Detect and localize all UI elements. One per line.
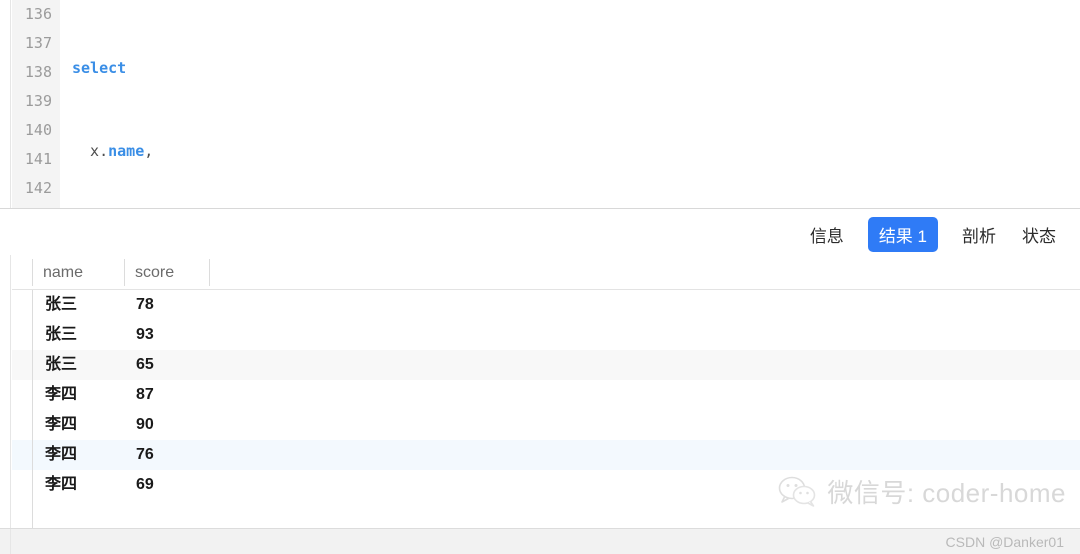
token-comma: ,: [144, 142, 153, 160]
cell-score: 76: [136, 440, 221, 470]
cell-name: 李四: [45, 440, 137, 470]
table-row[interactable]: 张三 65: [12, 350, 1080, 380]
line-number: 139: [12, 87, 60, 116]
table-body: 张三 78 张三 93 张三 65 李四: [12, 290, 1080, 528]
table-header-row: name score: [12, 255, 1080, 290]
table-row[interactable]: 张三 93: [12, 320, 1080, 350]
row-divider: [32, 290, 33, 320]
csdn-watermark: CSDN @Danker01: [946, 534, 1064, 550]
cell-score: 69: [136, 470, 221, 500]
cell-score: 78: [136, 290, 221, 320]
row-divider: [32, 350, 33, 380]
cell-name: 张三: [45, 290, 137, 320]
token-keyword-select: select: [72, 59, 126, 77]
tab-info[interactable]: 信息: [808, 218, 846, 251]
table-row[interactable]: 张三 78: [12, 290, 1080, 320]
result-grid[interactable]: name score 张三 78 张三 93: [0, 255, 1080, 528]
tab-status[interactable]: 状态: [1020, 218, 1058, 251]
line-number: 140: [12, 116, 60, 145]
footer-left-rail: [0, 529, 11, 554]
cell-name: 张三: [45, 320, 137, 350]
sql-editor[interactable]: 136 137 138 139 140 141 142 select x.nam…: [0, 0, 1080, 208]
column-header-score[interactable]: score: [124, 259, 209, 286]
cell-name: 李四: [45, 470, 137, 500]
token-column-name: name: [108, 142, 144, 160]
row-divider: [32, 410, 33, 440]
cell-name: 李四: [45, 380, 137, 410]
grid-left-rail: [0, 255, 11, 528]
row-divider: [32, 470, 33, 500]
editor-code-area[interactable]: select x.name, substring_index(substring…: [62, 0, 1080, 208]
line-number: 142: [12, 174, 60, 203]
table-row[interactable]: 李四 69: [12, 470, 1080, 500]
cell-name: 李四: [45, 410, 137, 440]
results-panel: 信息 结果 1 剖析 状态 name score 张三 78: [0, 209, 1080, 554]
tab-profile[interactable]: 剖析: [960, 218, 998, 251]
cell-score: 65: [136, 350, 221, 380]
cell-score: 87: [136, 380, 221, 410]
cell-score: 93: [136, 320, 221, 350]
tab-result-1[interactable]: 结果 1: [868, 217, 938, 252]
row-divider: [32, 380, 33, 410]
token-column-prefix: x.: [72, 142, 108, 160]
editor-left-rail: [0, 0, 11, 208]
status-footer: [0, 528, 1080, 554]
line-number: 137: [12, 29, 60, 58]
column-header-name[interactable]: name: [32, 259, 124, 286]
grid-inner: name score 张三 78 张三 93: [12, 255, 1080, 528]
line-number: 136: [12, 0, 60, 29]
code-line-136: select: [62, 54, 1080, 83]
cell-score: 90: [136, 410, 221, 440]
table-row[interactable]: 李四 90: [12, 410, 1080, 440]
results-tab-bar: 信息 结果 1 剖析 状态: [808, 217, 1058, 252]
code-line-137: x.name,: [62, 137, 1080, 166]
cell-name: 张三: [45, 350, 137, 380]
row-divider: [32, 320, 33, 350]
sql-client-window: 136 137 138 139 140 141 142 select x.nam…: [0, 0, 1080, 554]
editor-line-number-gutter: 136 137 138 139 140 141 142: [12, 0, 60, 208]
line-number: 138: [12, 58, 60, 87]
table-row[interactable]: 李四 76: [12, 440, 1080, 470]
table-row[interactable]: 李四 87: [12, 380, 1080, 410]
row-divider: [32, 440, 33, 470]
column-header-filler: [209, 259, 218, 286]
line-number: 141: [12, 145, 60, 174]
